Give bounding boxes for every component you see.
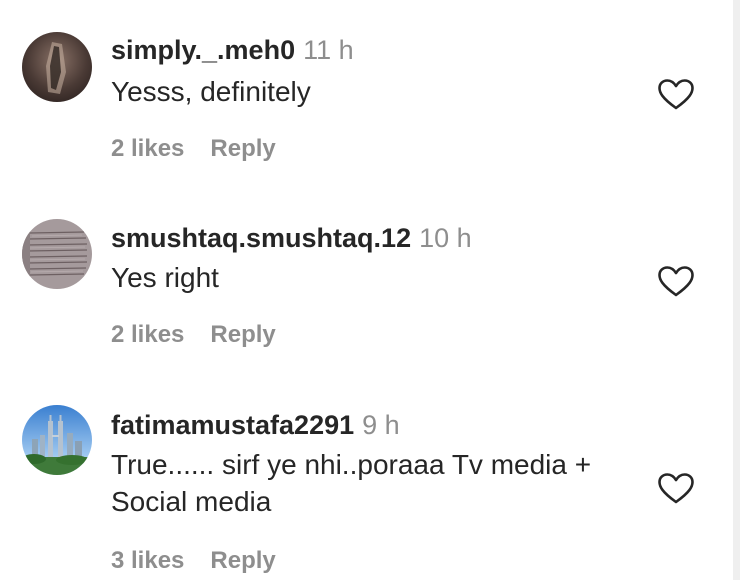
comment-text: True...... sirf ye nhi..poraaa Tv media … bbox=[111, 449, 592, 517]
comment-item: fatimamustafa2291 9 h True...... sirf ye … bbox=[0, 380, 730, 580]
comment-username[interactable]: smushtaq.smushtaq.12 bbox=[111, 223, 411, 253]
avatar[interactable] bbox=[22, 219, 92, 289]
scrollbar-track[interactable] bbox=[733, 0, 740, 580]
avatar[interactable] bbox=[22, 405, 92, 475]
heart-icon[interactable] bbox=[658, 79, 694, 111]
avatar[interactable] bbox=[22, 32, 92, 102]
comment-item: simply._.meh0 11 h Yesss, definitely 2 li… bbox=[0, 0, 730, 190]
comment-username[interactable]: fatimamustafa2291 bbox=[111, 410, 354, 440]
like-count[interactable]: 3 likes bbox=[111, 547, 184, 574]
comment-timestamp: 9 h bbox=[362, 410, 400, 440]
comment-timestamp: 10 h bbox=[419, 223, 472, 253]
reply-button[interactable]: Reply bbox=[210, 321, 275, 348]
handwritten-page-avatar-icon bbox=[22, 219, 92, 289]
heart-icon[interactable] bbox=[658, 473, 694, 505]
like-count[interactable]: 2 likes bbox=[111, 321, 184, 348]
comment-item: smushtaq.smushtaq.12 10 h Yes right 2 lik… bbox=[0, 190, 730, 380]
comment-text: Yesss, definitely bbox=[111, 76, 311, 107]
comment-timestamp: 11 h bbox=[303, 35, 354, 65]
city-skyline-avatar-icon bbox=[22, 405, 92, 475]
reply-button[interactable]: Reply bbox=[210, 547, 275, 574]
heart-icon[interactable] bbox=[658, 266, 694, 298]
comment-text: Yes right bbox=[111, 262, 219, 293]
comment-username[interactable]: simply._.meh0 bbox=[111, 35, 295, 65]
like-count[interactable]: 2 likes bbox=[111, 135, 184, 162]
dark-photo-avatar-icon bbox=[22, 32, 92, 102]
reply-button[interactable]: Reply bbox=[210, 135, 275, 162]
